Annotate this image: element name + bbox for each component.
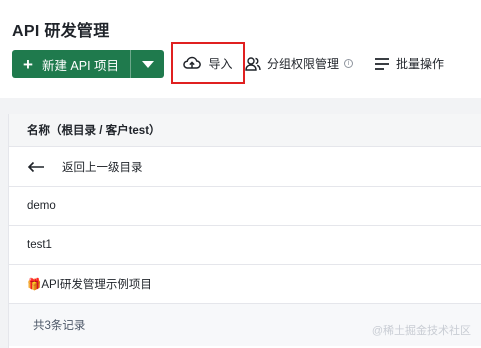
group-permissions-label: 分组权限管理	[267, 57, 340, 71]
table-row[interactable]: demo	[9, 187, 481, 226]
arrow-left-icon	[27, 161, 44, 172]
info-icon[interactable]: i	[344, 59, 354, 68]
batch-operations-button[interactable]: 批量操作	[374, 55, 444, 72]
new-api-project-button[interactable]: + 新建 API 项目	[12, 50, 130, 78]
table-column-header: 名称（根目录 / 客户test）	[9, 114, 481, 147]
table-row[interactable]: 🎁API研发管理示例项目	[9, 265, 481, 304]
back-to-parent-row[interactable]: 返回上一级目录	[9, 147, 481, 187]
new-project-dropdown-button[interactable]	[131, 50, 164, 78]
new-api-project-label: 新建 API 项目	[41, 58, 120, 73]
row-name: 🎁API研发管理示例项目	[27, 279, 152, 291]
group-permissions-button[interactable]: 分组权限管理 i	[245, 55, 354, 72]
user-group-icon	[245, 56, 261, 71]
project-table: 名称（根目录 / 客户test） 返回上一级目录 demo test1 🎁API…	[8, 114, 481, 348]
import-label: 导入	[208, 56, 233, 71]
new-api-project-button-group: + 新建 API 项目	[12, 50, 164, 78]
table-row[interactable]: test1	[9, 226, 481, 265]
batch-operations-label: 批量操作	[396, 57, 445, 71]
import-button[interactable]: 导入	[171, 42, 245, 84]
row-name: demo	[27, 200, 56, 212]
page-title: API 研发管理	[12, 23, 110, 40]
cloud-upload-icon	[183, 56, 202, 69]
caret-down-icon	[141, 60, 154, 68]
watermark: @稀土掘金技术社区	[371, 325, 471, 337]
list-icon	[375, 57, 389, 70]
page-header: API 研发管理 + 新建 API 项目 导入 分组权限管理 i 批量操作	[0, 0, 481, 98]
row-name: test1	[27, 239, 52, 251]
plus-icon: +	[23, 54, 33, 74]
back-to-parent-label: 返回上一级目录	[62, 161, 143, 174]
